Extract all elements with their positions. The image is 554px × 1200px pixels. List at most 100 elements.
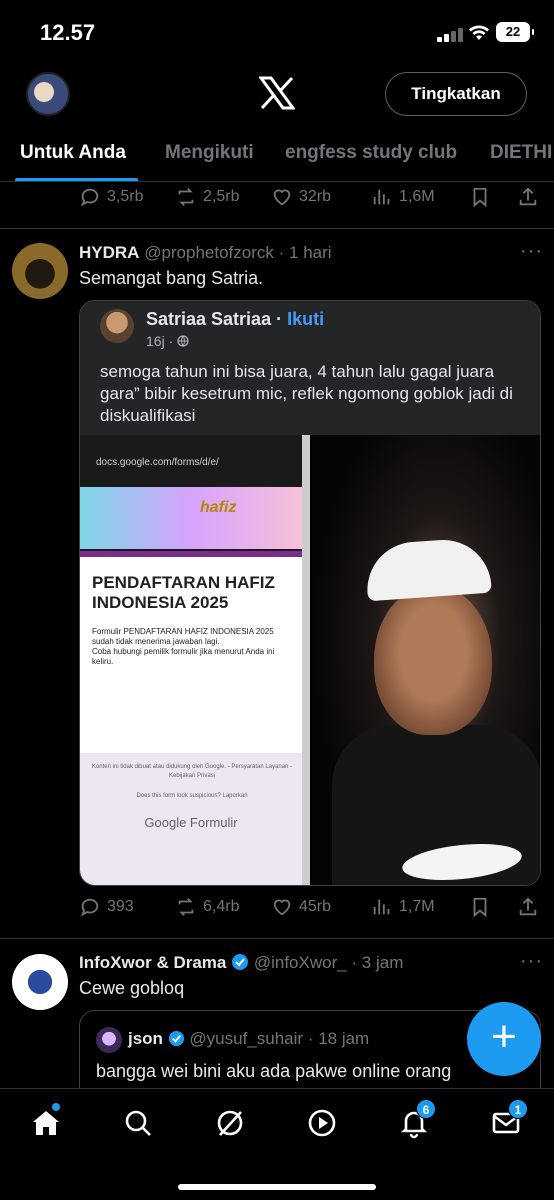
- share-button[interactable]: [517, 896, 539, 918]
- repost-button[interactable]: 2,5rb: [175, 186, 239, 208]
- globe-icon: [177, 335, 189, 347]
- x-logo-icon: [259, 76, 295, 110]
- google-forms-brand: Google Formulir: [144, 815, 238, 830]
- cellular-signal-icon: [437, 26, 463, 42]
- play-icon: [308, 1109, 336, 1137]
- post-text: Cewe gobloq: [79, 978, 185, 998]
- plus-icon: +: [491, 1012, 517, 1061]
- author-avatar[interactable]: [12, 954, 68, 1010]
- facebook-post-screenshot: Satriaa Satriaa · Ikuti 16j · semoga tah…: [80, 301, 540, 435]
- home-indicator[interactable]: [178, 1184, 376, 1190]
- views-button[interactable]: 1,6M: [371, 186, 435, 208]
- selfie-image: [312, 435, 540, 885]
- reply-button[interactable]: 3,5rb: [79, 186, 143, 208]
- tab-diethi[interactable]: DIETHI: [490, 142, 552, 164]
- timeline-tabs: Untuk Anda Mengikuti engfess study club …: [0, 128, 554, 182]
- divider: [0, 938, 554, 939]
- quoted-media[interactable]: Satriaa Satriaa · Ikuti 16j · semoga tah…: [79, 300, 541, 886]
- fb-follow-link: Ikuti: [287, 309, 325, 329]
- nav-home[interactable]: [30, 1103, 70, 1147]
- more-options-icon[interactable]: ···: [520, 240, 543, 263]
- quoted-author-name: json: [128, 1029, 163, 1048]
- nav-messages[interactable]: 1: [490, 1099, 530, 1147]
- grok-icon: [217, 1110, 243, 1136]
- form-disclaimer: Konten ini tidak dibuat atau didukung ol…: [91, 764, 293, 779]
- form-desc-2: Coba hubungi pemilik formulir jika menur…: [92, 647, 275, 666]
- messages-badge: 1: [508, 1099, 528, 1119]
- author-name[interactable]: HYDRA: [79, 243, 139, 262]
- face-shape: [374, 585, 492, 735]
- notifications-badge: 6: [416, 1099, 436, 1119]
- tab-engfess-study-club[interactable]: engfess study club: [285, 142, 457, 164]
- image-divider: [302, 435, 310, 885]
- compose-button[interactable]: +: [467, 1002, 541, 1076]
- form-report: Does this form look suspicious? Laporkan: [136, 793, 248, 799]
- post-time: · 1 hari: [278, 243, 332, 262]
- form-closed-card: PENDAFTARAN HAFIZ INDONESIA 2025 Formuli…: [80, 551, 302, 753]
- share-button[interactable]: [517, 186, 539, 208]
- form-title-line1: PENDAFTARAN HAFIZ: [92, 573, 275, 592]
- fb-post-text: semoga tahun ini bisa juara, 4 tahun lal…: [100, 362, 513, 425]
- top-header: Tingkatkan: [0, 62, 554, 126]
- reply-count: 393: [107, 898, 134, 915]
- verified-badge-icon: [232, 954, 249, 970]
- white-cap-shape: [364, 536, 492, 602]
- fb-post-time: 16j ·: [146, 333, 189, 349]
- author-avatar[interactable]: [12, 243, 68, 299]
- like-button[interactable]: 45rb: [271, 896, 331, 918]
- fb-author-avatar: [100, 309, 134, 343]
- bookmark-button[interactable]: [469, 186, 491, 208]
- form-title: PENDAFTARAN HAFIZ INDONESIA 2025: [92, 573, 275, 613]
- nav-video[interactable]: [306, 1107, 346, 1147]
- heart-icon: [273, 189, 291, 206]
- reply-button[interactable]: 393: [79, 896, 134, 918]
- active-tab-indicator: [15, 178, 138, 181]
- upgrade-button[interactable]: Tingkatkan: [385, 72, 527, 116]
- repost-icon: [178, 898, 194, 916]
- wifi-icon: [469, 25, 489, 40]
- like-button[interactable]: 32rb: [271, 186, 331, 208]
- bookmark-button[interactable]: [469, 896, 491, 918]
- view-count: 1,7M: [399, 898, 435, 915]
- nav-grok[interactable]: [214, 1107, 254, 1147]
- view-count: 1,6M: [399, 188, 435, 205]
- hafiz-logo: hafiz: [200, 499, 237, 516]
- reply-count: 3,5rb: [107, 188, 144, 205]
- form-description: Formulir PENDAFTARAN HAFIZ INDONESIA 202…: [92, 627, 292, 667]
- form-footer: Konten ini tidak dibuat atau didukung ol…: [80, 753, 302, 885]
- views-button[interactable]: 1,7M: [371, 896, 435, 918]
- fb-author-name: Satriaa Satriaa: [146, 309, 272, 329]
- quoted-post-text: bangga wei bini aku ada pakwe online ora…: [96, 1061, 452, 1081]
- tab-for-you[interactable]: Untuk Anda: [20, 142, 126, 164]
- tab-following[interactable]: Mengikuti: [165, 142, 254, 164]
- views-icon: [373, 189, 390, 205]
- form-banner: hafiz: [80, 487, 302, 549]
- author-name[interactable]: InfoXwor & Drama: [79, 953, 226, 972]
- views-icon: [373, 899, 390, 915]
- quoted-post-time: · 18 jam: [307, 1029, 370, 1048]
- author-handle[interactable]: @infoXwor_: [254, 953, 347, 972]
- post-header: InfoXwor & Drama @infoXwor_ · 3 jam: [79, 953, 403, 973]
- fb-author-line: Satriaa Satriaa · Ikuti: [146, 309, 325, 329]
- divider: [0, 228, 554, 229]
- profile-avatar[interactable]: [26, 72, 70, 116]
- url-text: docs.google.com/forms/d/e/: [96, 457, 219, 468]
- status-bar: 12.57 22: [0, 0, 554, 62]
- battery-indicator: 22: [496, 22, 534, 42]
- post-text: Semangat bang Satria.: [79, 268, 264, 288]
- repost-button[interactable]: 6,4rb: [175, 896, 239, 918]
- repost-icon: [178, 188, 194, 206]
- browser-url-bar: docs.google.com/forms/d/e/: [80, 449, 310, 481]
- form-desc-1: Formulir PENDAFTARAN HAFIZ INDONESIA 202…: [92, 627, 274, 646]
- nav-notifications[interactable]: 6: [398, 1099, 438, 1147]
- nav-search[interactable]: [122, 1107, 162, 1147]
- clock: 12.57: [40, 20, 96, 45]
- quoted-header: json @yusuf_suhair · 18 jam: [128, 1029, 369, 1049]
- post-time: · 3 jam: [351, 953, 404, 972]
- more-options-icon[interactable]: ···: [520, 950, 543, 973]
- like-count: 45rb: [299, 898, 332, 915]
- bottom-navigation: 6 1: [0, 1088, 554, 1200]
- quoted-author-avatar: [96, 1027, 122, 1053]
- verified-badge-icon: [168, 1030, 184, 1047]
- author-handle[interactable]: @prophetofzorck: [144, 243, 274, 262]
